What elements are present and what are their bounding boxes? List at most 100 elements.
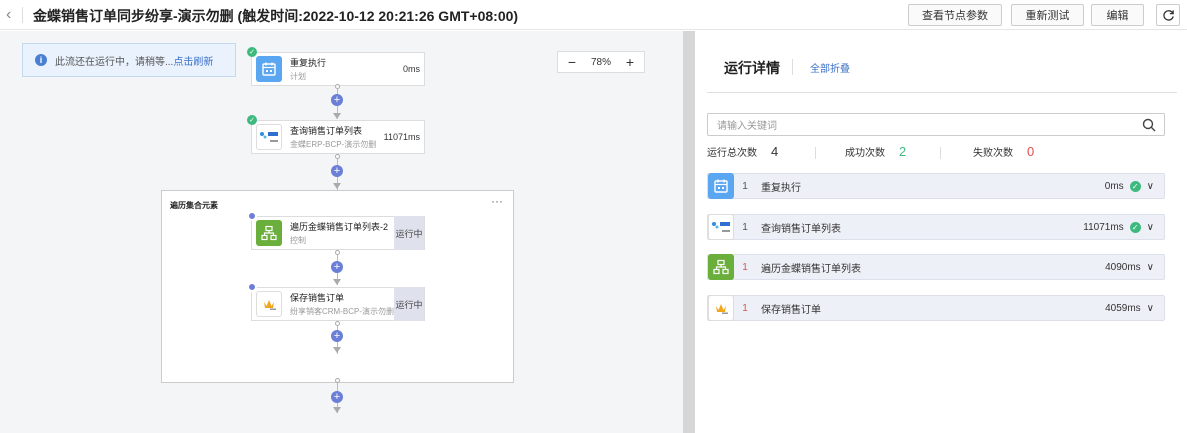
flow-control-icon [708, 254, 734, 280]
panel-resize-handle[interactable] [683, 31, 695, 433]
panel-divider [707, 92, 1177, 93]
flow-node-iterate-orders[interactable]: 遍历金蝶销售订单列表-2 控制 运行中 [251, 216, 425, 250]
page-title: 金蝶销售订单同步纷享-演示勿删 (触发时间:2022-10-12 20:21:2… [33, 8, 519, 24]
loop-title: 遍历集合元素 [170, 201, 218, 210]
run-details-panel: 运行详情 全部折叠 请输入关键词 运行总次数 4 成功次数 2 失败次数 0 1… [695, 31, 1187, 433]
flow-node-save-order[interactable]: 保存销售订单 纷享销客CRM-BCP-演示勿删 运行中 [251, 287, 425, 321]
panel-title: 运行详情 [724, 60, 780, 76]
arrow-down-icon [333, 183, 341, 189]
node-duration: 0ms [402, 64, 420, 74]
fxiaoke-logo-icon [256, 291, 282, 317]
success-check-icon: ✓ [247, 47, 257, 57]
more-options-icon[interactable]: ··· [491, 194, 503, 208]
node-subtitle: 控制 [290, 236, 306, 245]
retest-button[interactable]: 重新测试 [1011, 4, 1084, 26]
row-count: 1 [742, 261, 748, 273]
search-icon[interactable] [1142, 118, 1156, 132]
add-step-plus-icon[interactable]: + [331, 94, 343, 106]
running-notice: i 此流还在运行中，请稍等... 点击刷新 [22, 43, 236, 77]
add-step-plus-icon[interactable]: + [331, 165, 343, 177]
running-status-icon [247, 282, 257, 292]
running-status-icon [247, 211, 257, 221]
stat-divider [815, 147, 816, 159]
chevron-down-icon[interactable]: ∨ [1147, 181, 1154, 192]
row-duration: 4090ms [1105, 261, 1141, 273]
zoom-out-button[interactable]: − [563, 54, 581, 70]
collapse-all-link[interactable]: 全部折叠 [810, 60, 850, 75]
row-duration: 4059ms [1105, 302, 1141, 314]
stat-fail-label: 失败次数 [973, 148, 1013, 159]
info-icon: i [35, 54, 47, 66]
flow-control-icon [256, 220, 282, 246]
row-count: 1 [742, 302, 748, 314]
notice-text: 此流还在运行中，请稍等... [55, 56, 174, 68]
node-name: 保存销售订单 [290, 293, 345, 303]
add-step-plus-icon[interactable]: + [331, 391, 343, 403]
row-duration: 0ms [1104, 180, 1124, 192]
title-divider [792, 59, 793, 75]
header-divider [22, 7, 23, 23]
arrow-down-icon [333, 113, 341, 119]
success-check-icon: ✓ [1129, 221, 1141, 233]
flow-node-query-orders[interactable]: 查询销售订单列表 金蝶ERP-BCP-演示勿删 11071ms [251, 120, 425, 154]
add-step-plus-icon[interactable]: + [331, 261, 343, 273]
kingdee-logo-icon [708, 214, 734, 240]
node-name: 遍历金蝶销售订单列表-2 [290, 222, 389, 232]
row-count: 1 [742, 221, 748, 233]
stat-total-label: 运行总次数 [707, 148, 757, 159]
refresh-button[interactable] [1156, 4, 1180, 26]
row-name: 保存销售订单 [761, 304, 821, 316]
add-step-plus-icon[interactable]: + [331, 330, 343, 342]
kingdee-logo-icon [256, 124, 282, 150]
running-state-label: 运行中 [394, 287, 424, 321]
row-name: 查询销售订单列表 [761, 223, 841, 235]
row-duration: 11071ms [1083, 221, 1124, 233]
calendar-icon [708, 173, 734, 199]
fxiaoke-logo-icon [708, 295, 734, 321]
node-duration: 11071ms [383, 132, 420, 142]
stat-fail: 失败次数 0 [973, 144, 1034, 159]
refresh-icon [1162, 9, 1174, 21]
run-detail-row[interactable]: 1 重复执行 0ms ✓ ∨ [707, 173, 1165, 199]
view-node-params-button[interactable]: 查看节点参数 [908, 4, 1002, 26]
node-subtitle: 纷享销客CRM-BCP-演示勿删 [290, 307, 394, 316]
zoom-in-button[interactable]: + [621, 54, 639, 70]
row-count: 1 [742, 180, 748, 192]
node-subtitle: 金蝶ERP-BCP-演示勿删 [290, 140, 377, 149]
row-name: 遍历金蝶销售订单列表 [761, 263, 861, 275]
run-detail-row[interactable]: 1 保存销售订单 4059ms ∨ [707, 295, 1165, 321]
keyword-search-input[interactable]: 请输入关键词 [707, 113, 1165, 136]
back-chevron-left-icon[interactable]: ‹ [6, 6, 11, 24]
success-check-icon: ✓ [1129, 180, 1141, 192]
chevron-down-icon[interactable]: ∨ [1147, 262, 1154, 273]
search-placeholder: 请输入关键词 [717, 121, 777, 132]
stat-fail-value: 0 [1027, 144, 1035, 159]
row-name: 重复执行 [761, 182, 801, 194]
flow-canvas[interactable]: i 此流还在运行中，请稍等... 点击刷新 − 78% + 重复执行 计划 0m… [0, 31, 683, 433]
stat-success-value: 2 [899, 144, 907, 159]
success-check-icon: ✓ [247, 115, 257, 125]
edit-button[interactable]: 编辑 [1091, 4, 1144, 26]
click-refresh-link[interactable]: 点击刷新 [173, 53, 213, 68]
stat-divider [940, 147, 941, 159]
running-state-label: 运行中 [394, 216, 424, 250]
zoom-control: − 78% + [557, 51, 645, 73]
chevron-down-icon[interactable]: ∨ [1147, 303, 1154, 314]
header-bar: ‹ 金蝶销售订单同步纷享-演示勿删 (触发时间:2022-10-12 20:21… [0, 0, 1187, 30]
arrow-down-icon [333, 347, 341, 353]
zoom-level: 78% [590, 56, 611, 68]
run-detail-row[interactable]: 1 遍历金蝶销售订单列表 4090ms ∨ [707, 254, 1165, 280]
flow-node-repeat[interactable]: 重复执行 计划 0ms [251, 52, 425, 86]
arrow-down-icon [333, 279, 341, 285]
run-stats: 运行总次数 4 成功次数 2 失败次数 0 [707, 144, 1167, 162]
node-subtitle: 计划 [290, 72, 306, 81]
chevron-down-icon[interactable]: ∨ [1147, 222, 1154, 233]
run-detail-row[interactable]: 1 查询销售订单列表 11071ms ✓ ∨ [707, 214, 1165, 240]
stat-success-label: 成功次数 [845, 148, 885, 159]
node-name: 重复执行 [290, 58, 327, 68]
node-name: 查询销售订单列表 [290, 126, 363, 136]
arrow-down-icon [333, 407, 341, 413]
calendar-icon [256, 56, 282, 82]
stat-total-value: 4 [771, 144, 779, 159]
stat-success: 成功次数 2 [845, 144, 906, 159]
